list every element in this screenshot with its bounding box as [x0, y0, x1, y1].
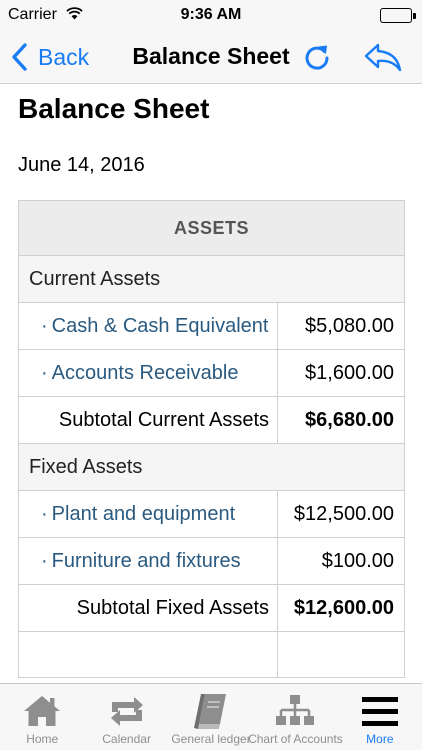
tab-chart-of-accounts[interactable]: Chart of Accounts [248, 684, 343, 750]
chevron-left-icon [12, 43, 27, 71]
account-link-plant[interactable]: · Plant and equipment [18, 490, 278, 538]
account-name: Accounts Receivable [51, 362, 239, 384]
account-link-cash[interactable]: · Cash & Cash Equivalent [18, 302, 278, 350]
account-link-receivable[interactable]: · Accounts Receivable [18, 349, 278, 397]
menu-icon [361, 697, 398, 726]
account-name: Furniture and fixtures [51, 550, 241, 572]
current-assets-heading: Current Assets [18, 255, 405, 303]
table-row: · Accounts Receivable $1,600.00 [18, 349, 405, 397]
account-name: Cash & Cash Equivalent [51, 315, 269, 337]
table-row [18, 631, 405, 678]
tab-general-ledger[interactable]: General ledger [169, 684, 253, 750]
fixed-assets-heading: Fixed Assets [18, 443, 405, 491]
assets-section-header: ASSETS [18, 200, 405, 256]
refresh-icon[interactable] [302, 41, 332, 73]
table-row: · Cash & Cash Equivalent $5,080.00 [18, 302, 405, 350]
subtotal-amount: $6,680.00 [277, 396, 405, 444]
tab-calendar[interactable]: Calendar [84, 684, 168, 750]
account-amount: $1,600.00 [277, 349, 405, 397]
subtotal-amount: $12,600.00 [277, 584, 405, 632]
account-amount: $100.00 [277, 537, 405, 585]
org-chart-icon [276, 695, 315, 725]
subtotal-label: Subtotal Current Assets [18, 396, 278, 444]
report-content[interactable]: Balance Sheet June 14, 2016 ASSETS Curre… [0, 85, 422, 683]
account-link-furniture[interactable]: · Furniture and fixtures [18, 537, 278, 585]
balance-sheet-table: ASSETS Current Assets · Cash & Cash Equiv… [18, 200, 405, 678]
report-date: June 14, 2016 [18, 154, 145, 176]
book-icon [194, 694, 227, 729]
reply-icon[interactable] [364, 41, 402, 73]
repeat-icon [110, 697, 143, 726]
table-row: · Furniture and fixtures $100.00 [18, 537, 405, 585]
back-button-label: Back [38, 43, 90, 70]
clock: 9:36 AM [180, 6, 242, 23]
battery-icon [380, 8, 416, 23]
tab-more[interactable]: More [338, 684, 422, 750]
page-title: Balance Sheet [18, 93, 210, 124]
subtotal-label: Subtotal Fixed Assets [18, 584, 278, 632]
tab-home[interactable]: Home [0, 684, 84, 750]
tab-bar: Home Calendar General ledger Chart of Ac… [0, 683, 422, 750]
home-icon [24, 696, 61, 726]
account-amount: $12,500.00 [277, 490, 405, 538]
subtotal-row: Subtotal Fixed Assets $12,600.00 [18, 584, 405, 632]
account-amount: $5,080.00 [277, 302, 405, 350]
subtotal-row: Subtotal Current Assets $6,680.00 [18, 396, 405, 444]
tab-label: More [366, 732, 394, 746]
back-button[interactable]: Back [8, 40, 89, 74]
status-bar: Carrier 9:36 AM [0, 0, 422, 30]
table-row: · Plant and equipment $12,500.00 [18, 490, 405, 538]
account-name: Plant and equipment [51, 503, 236, 525]
empty-cell [277, 631, 405, 678]
empty-cell [18, 631, 278, 678]
navigation-bar: Back Balance Sheet [0, 30, 422, 84]
